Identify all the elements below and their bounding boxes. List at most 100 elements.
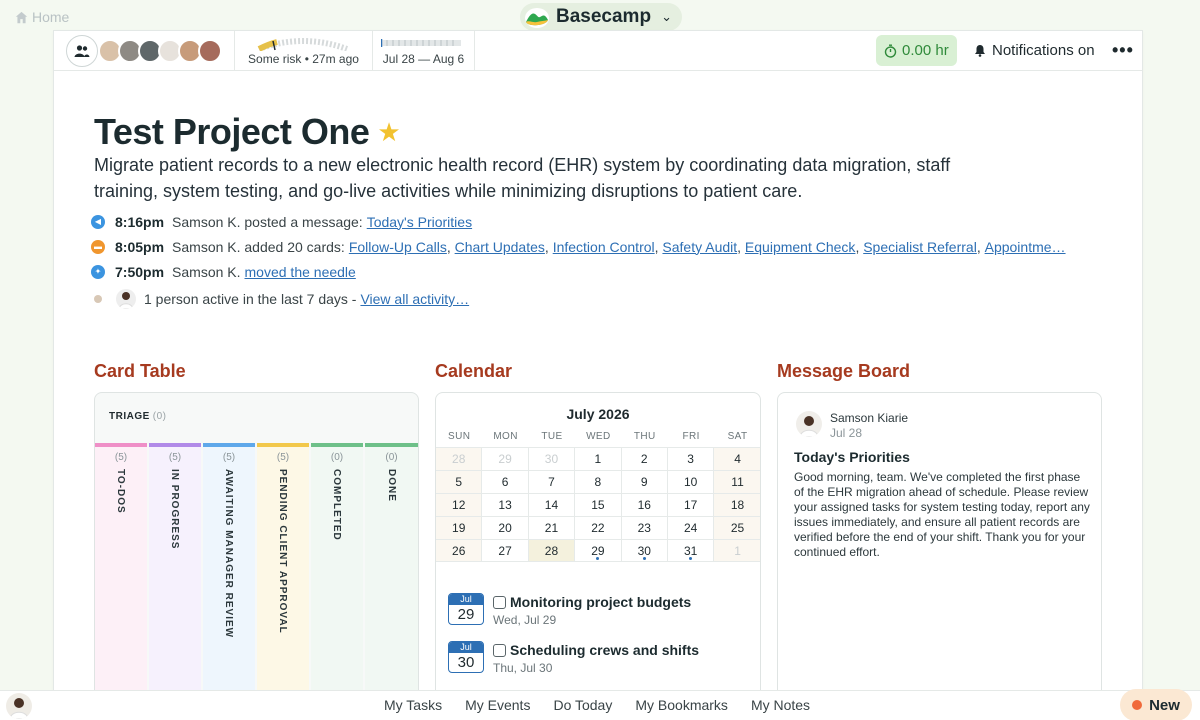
calendar-day[interactable]: 22: [575, 517, 622, 539]
column-completed[interactable]: (0) COMPLETED: [311, 443, 363, 692]
column-count: (0): [385, 452, 398, 463]
people-button[interactable]: [66, 35, 98, 67]
more-options-button[interactable]: •••: [1112, 40, 1134, 61]
event-date: Thu, Jul 30: [493, 661, 553, 675]
message-board-title[interactable]: Message Board: [777, 361, 910, 382]
people-icon: [74, 45, 90, 57]
new-button[interactable]: New: [1120, 689, 1192, 720]
event-checkbox[interactable]: [493, 596, 506, 609]
activity-link[interactable]: Equipment Check: [745, 239, 856, 255]
calendar-day[interactable]: 9: [622, 471, 668, 493]
calendar-day[interactable]: 27: [482, 540, 529, 561]
activity-link[interactable]: moved the needle: [245, 264, 356, 280]
calendar-day[interactable]: 20: [482, 517, 529, 539]
calendar-day[interactable]: 14: [529, 494, 576, 516]
calendar-preview[interactable]: July 2026 SUN MON TUE WED THU FRI SAT 28…: [435, 392, 761, 692]
calendar-day[interactable]: 11: [714, 471, 760, 493]
column-done[interactable]: (0) DONE: [365, 443, 418, 692]
calendar-day[interactable]: 4: [714, 448, 760, 470]
activity-text: Samson K. posted a message:: [172, 213, 363, 230]
risk-meter[interactable]: Some risk • 27m ago: [235, 31, 373, 71]
event-checkbox[interactable]: [493, 644, 506, 657]
activity-item: ▬ 8:05pm Samson K. added 20 cards: Follo…: [91, 234, 1101, 259]
calendar-day[interactable]: 23: [622, 517, 668, 539]
calendar-day[interactable]: 7: [529, 471, 576, 493]
calendar-day[interactable]: 8: [575, 471, 622, 493]
calendar-day[interactable]: 18: [714, 494, 760, 516]
event-item[interactable]: Jul 29 Monitoring project budgets Wed, J…: [448, 593, 748, 641]
calendar-day-with-event[interactable]: 30: [622, 540, 668, 561]
star-icon[interactable]: ★: [377, 117, 400, 148]
column-label: PENDING CLIENT APPROVAL: [277, 469, 288, 634]
event-title: Scheduling crews and shifts: [510, 642, 700, 658]
notifications-label: Notifications on: [992, 42, 1095, 59]
column-pending-client-approval[interactable]: (5) PENDING CLIENT APPROVAL: [257, 443, 309, 692]
calendar-day[interactable]: 28: [436, 448, 483, 470]
account-switcher[interactable]: Basecamp ⌄: [520, 3, 682, 31]
column-in-progress[interactable]: (5) IN PROGRESS: [149, 443, 201, 692]
my-notes-link[interactable]: My Notes: [751, 697, 810, 713]
calendar-day[interactable]: 1: [714, 540, 760, 561]
calendar-day[interactable]: 15: [575, 494, 622, 516]
calendar-day[interactable]: 2: [622, 448, 668, 470]
weekday-label: TUE: [541, 431, 563, 442]
message-date: Jul 28: [830, 426, 863, 440]
calendar-day[interactable]: 13: [482, 494, 529, 516]
calendar-day-today[interactable]: 28: [528, 540, 576, 561]
my-bookmarks-link[interactable]: My Bookmarks: [635, 697, 728, 713]
activity-link[interactable]: Follow-Up Calls: [349, 239, 447, 255]
activity-link[interactable]: Safety Audit: [662, 239, 737, 255]
activity-link[interactable]: Appointme…: [985, 239, 1066, 255]
calendar-day[interactable]: 25: [714, 517, 760, 539]
bottom-bar: My Tasks My Events Do Today My Bookmarks…: [0, 689, 1200, 720]
do-today-link[interactable]: Do Today: [553, 697, 612, 713]
megaphone-icon: ◀: [91, 214, 105, 229]
activity-link[interactable]: Infection Control: [553, 239, 655, 255]
column-count: (5): [276, 452, 290, 463]
message-title[interactable]: Today's Priorities: [794, 449, 910, 465]
my-avatar[interactable]: [6, 693, 32, 719]
calendar-week: 28 29 30 1 2 3 4: [436, 447, 760, 470]
activity-link[interactable]: Today's Priorities: [367, 214, 472, 230]
calendar-day[interactable]: 10: [668, 471, 715, 493]
activity-text: Samson K.: [172, 263, 241, 280]
activity-link[interactable]: Specialist Referral: [863, 239, 977, 255]
column-to-dos[interactable]: (5) TO-DOS: [95, 443, 147, 692]
view-all-activity-link[interactable]: View all activity…: [360, 291, 469, 307]
avatar-stack[interactable]: [98, 39, 222, 63]
calendar-day[interactable]: 21: [529, 517, 576, 539]
event-item[interactable]: Jul 30 Scheduling crews and shifts Thu, …: [448, 641, 748, 689]
recent-activity: ◀ 8:16pm Samson K. posted a message: Tod…: [91, 209, 1101, 314]
calendar-day[interactable]: 17: [668, 494, 715, 516]
calendar-day[interactable]: 24: [668, 517, 715, 539]
calendar-day[interactable]: 1: [575, 448, 622, 470]
calendar-day[interactable]: 26: [436, 540, 483, 561]
column-awaiting-manager-review[interactable]: (5) AWAITING MANAGER REVIEW: [203, 443, 255, 692]
schedule-timeline[interactable]: Jul 28 — Aug 6: [373, 31, 475, 71]
weekday-label: WED: [586, 431, 611, 442]
timer-button[interactable]: 0.00 hr: [876, 35, 957, 66]
card-table-preview[interactable]: TRIAGE (0) (5) TO-DOS (5) IN PROGRESS (5)…: [94, 392, 419, 692]
calendar-day[interactable]: 29: [482, 448, 529, 470]
calendar-day[interactable]: 5: [436, 471, 483, 493]
card-table-icon: ▬: [91, 239, 105, 254]
my-tasks-link[interactable]: My Tasks: [384, 697, 442, 713]
activity-link[interactable]: Chart Updates: [455, 239, 545, 255]
calendar-day-with-event[interactable]: 29: [575, 540, 622, 561]
calendar-day[interactable]: 30: [529, 448, 576, 470]
weekday-label: THU: [633, 431, 656, 442]
calendar-day[interactable]: 19: [436, 517, 483, 539]
calendar-day[interactable]: 6: [482, 471, 529, 493]
calendar-day-with-event[interactable]: 31: [668, 540, 715, 561]
my-events-link[interactable]: My Events: [465, 697, 530, 713]
message-board-preview[interactable]: Samson Kiarie Jul 28 Today's Priorities …: [777, 392, 1102, 692]
calendar-day[interactable]: 12: [436, 494, 483, 516]
calendar-day[interactable]: 3: [668, 448, 715, 470]
card-columns: (5) TO-DOS (5) IN PROGRESS (5) AWAITING …: [95, 443, 418, 692]
column-label: AWAITING MANAGER REVIEW: [223, 469, 234, 639]
card-table-title[interactable]: Card Table: [94, 361, 186, 382]
notifications-toggle[interactable]: Notifications on: [974, 42, 1095, 59]
calendar-day[interactable]: 16: [622, 494, 668, 516]
home-link[interactable]: Home: [15, 9, 69, 25]
calendar-title[interactable]: Calendar: [435, 361, 512, 382]
